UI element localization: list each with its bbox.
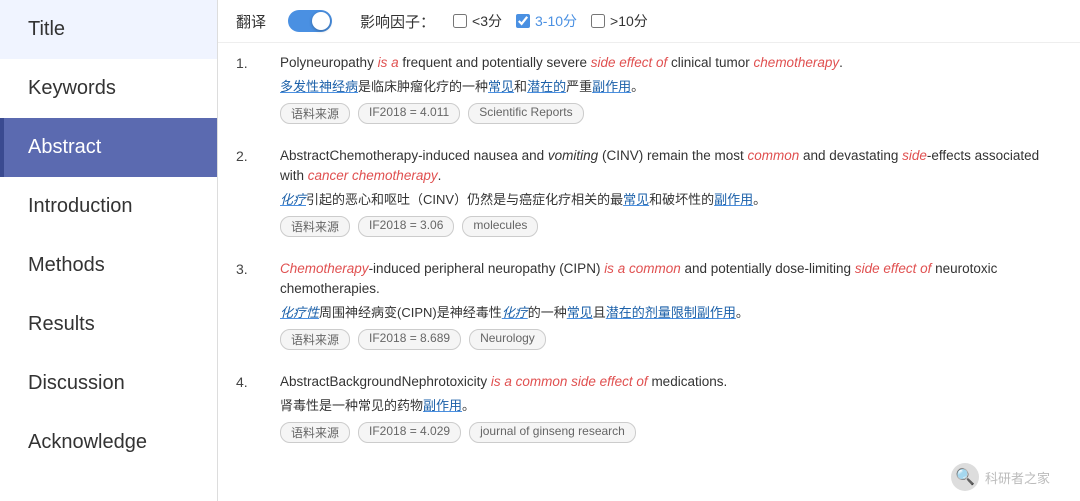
cn3-s1: 化疗性	[280, 305, 319, 320]
en1-italic3: chemotherapy	[754, 55, 840, 70]
filter-more10-checkbox[interactable]	[591, 14, 605, 28]
en1-italic1: is a	[378, 55, 399, 70]
result-num-1: 1.	[236, 53, 258, 71]
main-content: 翻译 影响因子： <3分 3-10分 >10分 1.	[218, 0, 1080, 501]
toggle-knob	[312, 12, 330, 30]
cn3-s5: 剂量限制	[645, 305, 697, 320]
result-item-2: 2. AbstractChemotherapy-induced nausea a…	[236, 146, 1062, 245]
cn3-s4: 潜在的	[606, 305, 645, 320]
result-tags-1: 语料来源 IF2018 = 4.011 Scientific Reports	[280, 103, 1062, 124]
result-row-2: 2. AbstractChemotherapy-induced nausea a…	[236, 146, 1062, 237]
cn2-s3: 副作用	[714, 192, 753, 207]
result-tags-2: 语料来源 IF2018 = 3.06 molecules	[280, 216, 1062, 237]
sidebar-item-introduction[interactable]: Introduction	[0, 177, 217, 236]
cn3-s3: 常见	[567, 305, 593, 320]
tag-if-2: IF2018 = 3.06	[358, 216, 454, 237]
en4-italic1: is a common side effect of	[491, 374, 648, 389]
filter-less3-label: <3分	[472, 11, 502, 31]
filter-3to10-checkbox[interactable]	[516, 14, 530, 28]
result-num-4: 4.	[236, 372, 258, 390]
result-row-1: 1. Polyneuropathy is a frequent and pote…	[236, 53, 1062, 124]
tag-source-1: 语料来源	[280, 103, 350, 124]
en3-italic2: is a common	[604, 261, 681, 276]
tag-journal-2: molecules	[462, 216, 538, 237]
filter-less3-checkbox[interactable]	[453, 14, 467, 28]
en3-italic1: Chemotherapy	[280, 261, 369, 276]
filter-3to10-label: 3-10分	[535, 11, 577, 31]
result-body-1: Polyneuropathy is a frequent and potenti…	[258, 53, 1062, 124]
en1-italic2: side effect of	[591, 55, 668, 70]
sidebar-item-discussion[interactable]: Discussion	[0, 354, 217, 413]
result-body-3: Chemotherapy-induced peripheral neuropat…	[258, 259, 1062, 350]
sidebar-item-results[interactable]: Results	[0, 295, 217, 354]
filter-group: <3分 3-10分 >10分	[453, 11, 648, 31]
sidebar-item-methods[interactable]: Methods	[0, 236, 217, 295]
result-tags-4: 语料来源 IF2018 = 4.029 journal of ginseng r…	[280, 422, 1062, 443]
result-en-2: AbstractChemotherapy-induced nausea and …	[280, 146, 1062, 187]
sidebar-item-acknowledge[interactable]: Acknowledge	[0, 413, 217, 472]
cn1-s2: 常见	[488, 79, 514, 94]
sidebar-item-keywords[interactable]: Keywords	[0, 59, 217, 118]
result-body-4: AbstractBackgroundNephrotoxicity is a co…	[258, 372, 1062, 443]
cn3-s2: 化疗	[502, 305, 528, 320]
sidebar-item-title[interactable]: Title	[0, 0, 217, 59]
en2-italic2: common	[748, 148, 800, 163]
en2-italic4: cancer chemotherapy	[308, 168, 438, 183]
cn2-s1: 化疗	[280, 192, 306, 207]
filter-label: 影响因子：	[360, 11, 435, 32]
result-num-3: 3.	[236, 259, 258, 277]
en3-italic3: side effect of	[855, 261, 932, 276]
toolbar: 翻译 影响因子： <3分 3-10分 >10分	[218, 0, 1080, 43]
tag-source-4: 语料来源	[280, 422, 350, 443]
result-item-1: 1. Polyneuropathy is a frequent and pote…	[236, 53, 1062, 132]
result-cn-2: 化疗引起的恶心和呕吐（CINV）仍然是与癌症化疗相关的最常见和破坏性的副作用。	[280, 190, 1062, 210]
cn1-s1: 多发性神经病	[280, 79, 358, 94]
result-cn-1: 多发性神经病是临床肿瘤化疗的一种常见和潜在的严重副作用。	[280, 77, 1062, 97]
result-row-3: 3. Chemotherapy-induced peripheral neuro…	[236, 259, 1062, 350]
result-num-2: 2.	[236, 146, 258, 164]
result-tags-3: 语料来源 IF2018 = 8.689 Neurology	[280, 329, 1062, 350]
result-cn-4: 肾毒性是一种常见的药物副作用。	[280, 396, 1062, 416]
tag-journal-3: Neurology	[469, 329, 546, 350]
result-en-3: Chemotherapy-induced peripheral neuropat…	[280, 259, 1062, 300]
cn1-s3: 潜在的	[527, 79, 566, 94]
translate-label: 翻译	[236, 11, 266, 32]
cn1-s4: 副作用	[592, 79, 631, 94]
result-body-2: AbstractChemotherapy-induced nausea and …	[258, 146, 1062, 237]
result-cn-3: 化疗性周围神经病变(CIPN)是神经毒性化疗的一种常见且潜在的剂量限制副作用。	[280, 303, 1062, 323]
cn4-s1: 副作用	[423, 398, 462, 413]
tag-source-3: 语料来源	[280, 329, 350, 350]
tag-journal-1: Scientific Reports	[468, 103, 583, 124]
tag-journal-4: journal of ginseng research	[469, 422, 636, 443]
result-row-4: 4. AbstractBackgroundNephrotoxicity is a…	[236, 372, 1062, 443]
results-list: 1. Polyneuropathy is a frequent and pote…	[218, 43, 1080, 501]
cn2-s2: 常见	[623, 192, 649, 207]
tag-source-2: 语料来源	[280, 216, 350, 237]
cn3-s6: 副作用	[697, 305, 736, 320]
en2-italic1: vomiting	[548, 148, 598, 163]
filter-less3[interactable]: <3分	[453, 11, 502, 31]
filter-more10[interactable]: >10分	[591, 11, 648, 31]
tag-if-3: IF2018 = 8.689	[358, 329, 461, 350]
filter-more10-label: >10分	[610, 11, 648, 31]
tag-if-4: IF2018 = 4.029	[358, 422, 461, 443]
tag-if-1: IF2018 = 4.011	[358, 103, 460, 124]
result-en-1: Polyneuropathy is a frequent and potenti…	[280, 53, 1062, 73]
translate-toggle[interactable]	[288, 10, 332, 32]
result-item-4: 4. AbstractBackgroundNephrotoxicity is a…	[236, 372, 1062, 451]
result-en-4: AbstractBackgroundNephrotoxicity is a co…	[280, 372, 1062, 392]
sidebar: TitleKeywordsAbstractIntroductionMethods…	[0, 0, 218, 501]
en2-italic3: side	[902, 148, 927, 163]
filter-3to10[interactable]: 3-10分	[516, 11, 577, 31]
result-item-3: 3. Chemotherapy-induced peripheral neuro…	[236, 259, 1062, 358]
sidebar-item-abstract[interactable]: Abstract	[0, 118, 217, 177]
